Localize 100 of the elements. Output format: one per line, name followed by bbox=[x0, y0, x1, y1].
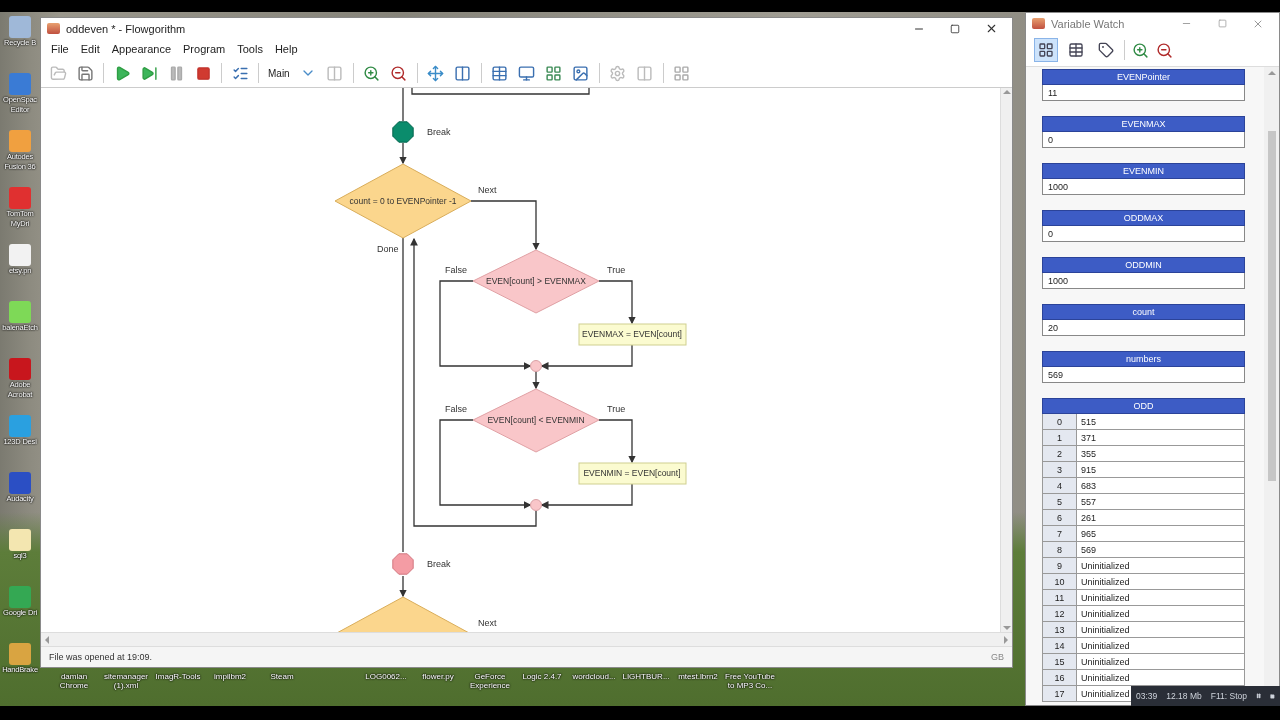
menu-item[interactable]: Tools bbox=[231, 43, 269, 55]
array-value: 965 bbox=[1081, 528, 1097, 539]
variable-name: count bbox=[1042, 304, 1245, 320]
console-icon[interactable] bbox=[517, 64, 536, 82]
toggle-icon[interactable] bbox=[325, 64, 344, 82]
zoom-in-icon[interactable] bbox=[1131, 41, 1149, 59]
array-index: 12 bbox=[1043, 606, 1077, 621]
stop-icon[interactable] bbox=[1270, 691, 1275, 701]
variable-name: EVENPointer bbox=[1042, 69, 1245, 85]
menu-item[interactable]: Help bbox=[268, 43, 304, 55]
shortcut-label[interactable]: Logic 2.4.7 bbox=[516, 672, 568, 690]
variable-value: 0 bbox=[1042, 132, 1245, 148]
false-label: False bbox=[445, 404, 467, 414]
junction-node bbox=[530, 360, 542, 372]
array-value: Uninitialized bbox=[1081, 560, 1130, 571]
variable-value: 11 bbox=[1042, 85, 1245, 101]
connector-line bbox=[598, 419, 636, 464]
boxes-icon bbox=[1038, 42, 1054, 58]
stop-icon[interactable] bbox=[194, 64, 212, 82]
menu-item[interactable]: Edit bbox=[74, 43, 106, 55]
array-index: 8 bbox=[1043, 542, 1077, 557]
file-size: 12.18 Mb bbox=[1166, 691, 1202, 701]
array-value: 557 bbox=[1081, 496, 1097, 507]
array-value: 569 bbox=[1081, 544, 1097, 555]
status-indicator: GB bbox=[991, 652, 1004, 662]
variable-name: EVENMIN bbox=[1042, 163, 1245, 179]
menu-item[interactable]: Program bbox=[177, 43, 232, 55]
app-icon bbox=[1032, 18, 1045, 29]
save-icon[interactable] bbox=[76, 64, 94, 82]
shortcut-label[interactable]: Free YouTube to MP3 Co... bbox=[724, 672, 776, 690]
connector-line bbox=[402, 88, 404, 122]
variable-name: numbers bbox=[1042, 351, 1245, 367]
columns-icon[interactable] bbox=[453, 64, 472, 82]
stop-hint: F11: Stop bbox=[1210, 691, 1247, 701]
pause-icon[interactable] bbox=[1255, 691, 1262, 701]
label-icon bbox=[1098, 42, 1114, 58]
array-value: Uninitialized bbox=[1081, 608, 1130, 619]
status-text: File was opened at 19:09. bbox=[49, 652, 153, 662]
variable-name: ODDMAX bbox=[1042, 210, 1245, 226]
shortcut-label[interactable]: ImagR-Tools bbox=[152, 672, 204, 690]
break-label: Break bbox=[427, 127, 451, 137]
break-label: Break bbox=[427, 559, 451, 569]
shortcut-label[interactable]: Steam bbox=[256, 672, 308, 690]
array-name: ODD bbox=[1042, 398, 1245, 414]
function-name[interactable]: Main bbox=[268, 67, 290, 79]
array-value: Uninitialized bbox=[1081, 592, 1130, 603]
zoom-out-icon[interactable] bbox=[1155, 41, 1173, 59]
zoom-in-icon[interactable] bbox=[362, 64, 381, 82]
table-icon bbox=[1068, 42, 1084, 58]
shortcut-label[interactable]: wordcloud... bbox=[568, 672, 620, 690]
zoom-out-icon[interactable] bbox=[389, 64, 408, 82]
array-index: 16 bbox=[1043, 670, 1077, 685]
array-index: 2 bbox=[1043, 446, 1077, 461]
horizontal-scrollbar[interactable] bbox=[41, 632, 1012, 646]
array-value: Uninitialized bbox=[1081, 656, 1130, 667]
variable-name: ODDMIN bbox=[1042, 257, 1245, 273]
app-icon bbox=[47, 23, 60, 34]
shortcut-label[interactable]: mtest.lbrn2 bbox=[672, 672, 724, 690]
loop-text: count = 0 to EVENPointer -1 bbox=[349, 196, 457, 206]
assign-text: EVENMAX = EVEN[count] bbox=[582, 329, 682, 339]
array-index: 17 bbox=[1043, 686, 1077, 701]
connector-line bbox=[598, 280, 636, 325]
shortcut-label[interactable]: sitemanager (1).xml bbox=[100, 672, 152, 690]
step-icon[interactable] bbox=[140, 64, 158, 82]
boxes-view-button[interactable] bbox=[1034, 38, 1058, 62]
array-value: 371 bbox=[1081, 432, 1097, 443]
settings-icon[interactable] bbox=[608, 64, 627, 82]
array-index: 1 bbox=[1043, 430, 1077, 445]
shortcut-label[interactable]: flower.py bbox=[412, 672, 464, 690]
true-label: True bbox=[607, 404, 626, 414]
vertical-scrollbar[interactable] bbox=[1000, 88, 1012, 632]
grid-icon[interactable] bbox=[672, 64, 691, 82]
true-label: True bbox=[607, 265, 626, 275]
shortcut-label[interactable]: impilbm2 bbox=[204, 672, 256, 690]
array-value: Uninitialized bbox=[1081, 640, 1130, 651]
decision-text: EVEN[count] < EVENMIN bbox=[487, 415, 585, 425]
window-title: oddeven * - Flowgorithm bbox=[66, 22, 187, 35]
folder-icon[interactable] bbox=[49, 64, 67, 82]
array-index: 11 bbox=[1043, 590, 1077, 605]
done-label: Done bbox=[377, 244, 399, 254]
menu-item[interactable]: File bbox=[45, 43, 75, 55]
shortcut-label[interactable]: LOG0062... bbox=[360, 672, 412, 690]
array-index: 13 bbox=[1043, 622, 1077, 637]
image-icon[interactable] bbox=[571, 64, 590, 82]
array-value: Uninitialized bbox=[1081, 576, 1130, 587]
array-index: 4 bbox=[1043, 478, 1077, 493]
connector-line bbox=[399, 142, 407, 165]
array-index: 10 bbox=[1043, 574, 1077, 589]
window-title: Variable Watch bbox=[1051, 17, 1126, 30]
shortcut-label[interactable]: damian Chrome bbox=[48, 672, 100, 690]
menu-item[interactable]: Appearance bbox=[105, 43, 178, 55]
array-index: 7 bbox=[1043, 526, 1077, 541]
shortcut-label[interactable]: GeForce Experience bbox=[464, 672, 516, 690]
decision-text: EVEN[count] > EVENMAX bbox=[486, 276, 586, 286]
variable-name: EVENMAX bbox=[1042, 116, 1245, 132]
move-icon[interactable] bbox=[426, 64, 445, 82]
shortcut-label[interactable]: LIGHTBUR... bbox=[620, 672, 672, 690]
recording-time: 03:39 bbox=[1136, 691, 1158, 701]
variable-value: 569 bbox=[1042, 367, 1245, 383]
variable-value: 1000 bbox=[1042, 179, 1245, 195]
